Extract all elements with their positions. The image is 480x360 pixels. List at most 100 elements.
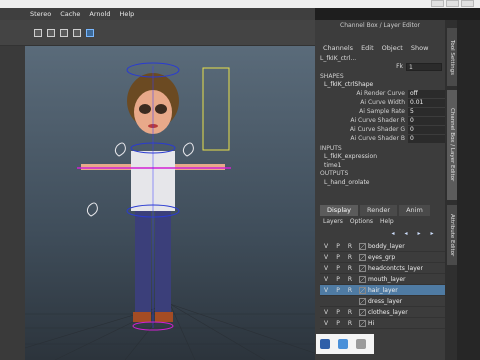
layer-name[interactable]: mouth_layer <box>368 276 406 283</box>
layer-row[interactable]: V P R eyes_grp <box>320 252 445 263</box>
playback-toggle[interactable]: P <box>332 265 344 272</box>
input-node[interactable]: time1 <box>324 162 341 169</box>
tab-channel-box-layer-editor[interactable]: Channel Box / Layer Editor <box>447 90 457 200</box>
layer-row[interactable]: V P R boddy_layer <box>320 241 445 252</box>
reference-toggle[interactable]: R <box>344 243 356 250</box>
viewport-tool-icon-5[interactable] <box>86 29 94 37</box>
left-toolbox <box>0 46 25 360</box>
character-arm-right <box>175 164 225 170</box>
reference-toggle[interactable]: R <box>344 276 356 283</box>
tab-tool-settings[interactable]: Tool Settings <box>447 28 457 86</box>
visibility-toggle[interactable]: V <box>320 276 332 283</box>
layer-color-swatch[interactable] <box>359 297 366 305</box>
playback-toggle[interactable]: P <box>332 276 344 283</box>
menu-options[interactable]: Options <box>350 218 373 225</box>
tab-attribute-editor[interactable]: Attribute Editor <box>447 205 457 265</box>
menu-layers[interactable]: Layers <box>323 218 343 225</box>
menu-stereo[interactable]: Stereo <box>30 10 51 18</box>
reference-toggle[interactable]: R <box>344 309 356 316</box>
menu-edit[interactable]: Edit <box>361 44 374 52</box>
tray-app-icon-3[interactable] <box>356 339 366 349</box>
layer-row[interactable]: V P R Hi <box>320 318 445 329</box>
playback-toggle[interactable]: P <box>332 320 344 327</box>
facial-control-panel[interactable] <box>202 67 230 151</box>
playback-toggle[interactable]: P <box>332 287 344 294</box>
reference-toggle[interactable]: R <box>344 265 356 272</box>
layer-row[interactable]: V P R headcontcts_layer <box>320 263 445 274</box>
output-node[interactable]: L_hand_orolate <box>324 179 370 186</box>
minimize-button[interactable] <box>431 0 444 7</box>
shape-node-name[interactable]: L_fkIK_ctrlShape <box>324 81 373 88</box>
layer-name[interactable]: clothes_layer <box>368 309 408 316</box>
attribute-value[interactable]: 0.01 <box>408 98 445 107</box>
layer-name[interactable]: hair_layer <box>368 287 398 294</box>
layer-row[interactable]: V P R mouth_layer <box>320 274 445 285</box>
attribute-value[interactable]: 0 <box>408 134 445 143</box>
viewport-tool-icon-4[interactable] <box>73 29 81 37</box>
3d-viewport[interactable] <box>25 46 315 360</box>
layer-color-swatch[interactable] <box>359 308 366 316</box>
tray-app-icon-1[interactable] <box>320 339 330 349</box>
tab-anim[interactable]: Anim <box>399 205 430 216</box>
layer-name[interactable]: eyes_grp <box>368 254 395 261</box>
tab-display[interactable]: Display <box>320 205 358 216</box>
new-empty-layer-icon[interactable]: ▸ <box>415 230 423 237</box>
attribute-value[interactable]: off <box>408 89 445 98</box>
reference-toggle[interactable]: R <box>344 254 356 261</box>
input-node[interactable]: L_fkIK_expression <box>324 153 377 160</box>
layer-name[interactable]: dress_layer <box>368 298 402 305</box>
layer-name[interactable]: headcontcts_layer <box>368 265 423 272</box>
menu-arnold[interactable]: Arnold <box>89 10 110 18</box>
layer-color-swatch[interactable] <box>359 286 366 294</box>
attribute-value[interactable]: 0 <box>408 125 445 134</box>
viewport-tool-icon-3[interactable] <box>60 29 68 37</box>
tab-render[interactable]: Render <box>359 205 398 216</box>
attribute-value[interactable]: 0 <box>408 116 445 125</box>
playback-toggle[interactable]: P <box>332 309 344 316</box>
character-shoe-left <box>133 312 151 322</box>
reference-toggle[interactable]: R <box>344 287 356 294</box>
viewport-tool-icon-1[interactable] <box>34 29 42 37</box>
knee-control-left[interactable] <box>86 202 98 217</box>
layer-color-swatch[interactable] <box>359 242 366 250</box>
visibility-toggle[interactable]: V <box>320 254 332 261</box>
visibility-toggle[interactable]: V <box>320 309 332 316</box>
tray-app-icon-2[interactable] <box>338 339 348 349</box>
layer-row[interactable]: dress_layer <box>320 296 445 307</box>
visibility-toggle[interactable]: V <box>320 265 332 272</box>
maximize-button[interactable] <box>446 0 459 7</box>
elbow-control-right[interactable] <box>182 142 194 157</box>
layer-name[interactable]: boddy_layer <box>368 243 405 250</box>
attribute-value[interactable]: 5 <box>408 107 445 116</box>
menu-channels[interactable]: Channels <box>323 44 353 52</box>
visibility-toggle[interactable]: V <box>320 287 332 294</box>
new-layer-from-selection-icon[interactable]: ▸ <box>428 230 436 237</box>
layer-color-swatch[interactable] <box>359 275 366 283</box>
visibility-toggle[interactable]: V <box>320 320 332 327</box>
move-layer-up-icon[interactable]: ◂ <box>389 230 397 237</box>
layer-row[interactable]: V P R clothes_layer <box>320 307 445 318</box>
playback-toggle[interactable]: P <box>332 243 344 250</box>
visibility-toggle[interactable]: V <box>320 243 332 250</box>
menu-show[interactable]: Show <box>411 44 429 52</box>
reference-toggle[interactable]: R <box>344 320 356 327</box>
attribute-row: Ai Curve Shader R 0 <box>340 116 445 125</box>
layer-name[interactable]: Hi <box>368 320 374 327</box>
close-button[interactable] <box>461 0 474 7</box>
layer-color-swatch[interactable] <box>359 264 366 272</box>
layer-row-selected[interactable]: V P R hair_layer <box>320 285 445 296</box>
viewport-tool-icon-2[interactable] <box>47 29 55 37</box>
selected-node-name[interactable]: L_fkIK_ctrl... <box>320 55 356 62</box>
fk-label: Fk <box>396 63 403 70</box>
menu-help-layers[interactable]: Help <box>380 218 394 225</box>
menu-object[interactable]: Object <box>382 44 403 52</box>
menu-cache[interactable]: Cache <box>60 10 80 18</box>
layer-color-swatch[interactable] <box>359 253 366 261</box>
menu-help[interactable]: Help <box>119 10 134 18</box>
attribute-label: Ai Curve Shader R <box>350 117 405 124</box>
elbow-control-left[interactable] <box>114 142 126 157</box>
fk-value-field[interactable]: 1 <box>406 62 442 71</box>
playback-toggle[interactable]: P <box>332 254 344 261</box>
move-layer-down-icon[interactable]: ◂ <box>402 230 410 237</box>
layer-color-swatch[interactable] <box>359 319 366 327</box>
